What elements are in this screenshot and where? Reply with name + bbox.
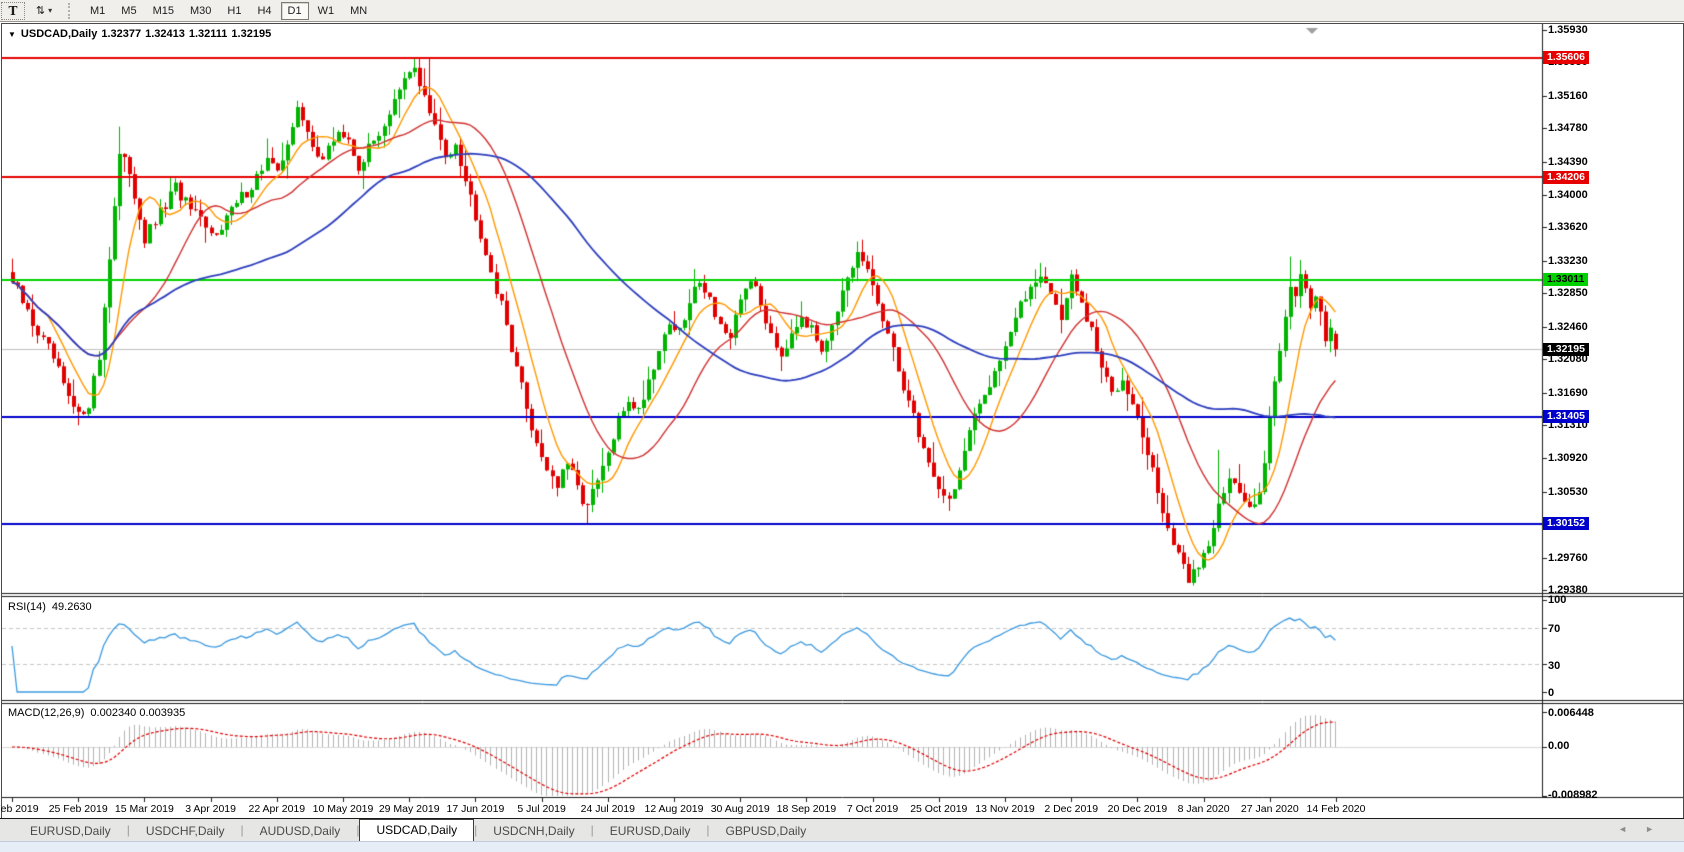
tab-scroll-arrows: ◄► — [1618, 824, 1672, 834]
date-tick-label: 24 Jul 2019 — [580, 803, 635, 815]
date-tick-label: 22 Apr 2019 — [248, 803, 306, 815]
timeframe-button-m15[interactable]: M15 — [146, 2, 181, 20]
price-tick-label: 1.34000 — [1548, 189, 1588, 201]
date-tick-label: 5 Jul 2019 — [517, 803, 566, 815]
ohlc-low: 1.32111 — [188, 28, 228, 40]
price-tick-label: 1.31690 — [1548, 386, 1588, 399]
price-tick-label: 1.35930 — [1548, 24, 1588, 36]
timeframe-button-m1[interactable]: M1 — [83, 2, 112, 20]
macd-axis-label-bottom: -0.008982 — [1548, 789, 1598, 801]
date-tick-label: 12 Aug 2019 — [644, 803, 704, 815]
date-tick-label: 8 Jan 2020 — [1177, 803, 1230, 815]
chart-tab-bar: EURUSD,Daily | USDCHF,Daily | AUDUSD,Daily | U… — [0, 818, 1684, 841]
hline-price-badge: 1.34206 — [1543, 170, 1589, 184]
rsi-level-label-30: 30 — [1548, 660, 1561, 672]
main-chart-header: ▼ USDCAD,Daily 1.32377 1.32413 1.32111 1.3219… — [8, 28, 275, 40]
timeframe-button-w1[interactable]: W1 — [311, 2, 342, 20]
price-tick-label: 1.35160 — [1548, 89, 1588, 102]
date-tick-label: 2 Dec 2019 — [1044, 803, 1099, 815]
chart-window: ▼ USDCAD,Daily 1.32377 1.32413 1.32111 1.3219… — [0, 23, 1684, 819]
top-toolbar: T ⇅ ▾ M1 M5 M15 M30 H1 H4 D1 W1 MN — [0, 0, 1684, 22]
price-tick-label: 1.29380 — [1548, 584, 1588, 596]
price-tick-label: 1.30920 — [1548, 452, 1588, 465]
rsi-level-label-70: 70 — [1548, 623, 1561, 635]
current-price-badge: 1.32195 — [1543, 342, 1589, 356]
rsi-level-label-0: 0 — [1548, 687, 1555, 699]
date-tick-label: 15 Mar 2019 — [114, 803, 174, 815]
tab-items: EURUSD,Daily | USDCHF,Daily | AUDUSD,Daily | U… — [14, 819, 822, 841]
tab-usdcnh-daily[interactable]: USDCNH,Daily — [477, 822, 590, 841]
price-tick-label: 1.32850 — [1548, 287, 1588, 300]
date-tick-label: 13 Nov 2019 — [975, 803, 1035, 815]
date-tick-label: 20 Dec 2019 — [1107, 803, 1168, 815]
cycle-symbols-button[interactable]: ⇅ ▾ — [27, 2, 61, 20]
hline-price-badge: 1.31405 — [1543, 410, 1589, 424]
price-tick-label: 1.34390 — [1548, 155, 1588, 168]
ohlc-high: 1.32413 — [145, 28, 185, 40]
macd-axis-label-zero: 0.00 — [1548, 740, 1570, 752]
rsi-header: RSI(14) 49.2630 — [8, 601, 92, 613]
chart-canvas[interactable] — [2, 24, 1683, 818]
tab-gbpusd-daily[interactable]: GBPUSD,Daily — [710, 822, 823, 841]
toolbar-grip[interactable] — [68, 2, 74, 19]
timeframe-button-group: M1 M5 M15 M30 H1 H4 D1 W1 MN — [82, 1, 375, 20]
rsi-title: RSI(14) — [8, 601, 46, 613]
date-tick-label: 3 Apr 2019 — [185, 803, 236, 815]
symbol-label: USDCAD,Daily — [20, 28, 98, 40]
macd-header: MACD(12,26,9) 0.002340 0.003935 — [8, 707, 185, 719]
tab-usdchf-daily[interactable]: USDCHF,Daily — [130, 822, 241, 841]
price-tick-label: 1.33620 — [1548, 221, 1588, 234]
price-tick-label: 1.33230 — [1548, 254, 1588, 267]
tab-audusd-daily[interactable]: AUDUSD,Daily — [244, 822, 357, 841]
date-tick-label: 18 Sep 2019 — [776, 803, 837, 815]
timeframe-button-m5[interactable]: M5 — [114, 2, 143, 20]
price-tick-label: 1.34780 — [1548, 122, 1588, 135]
ohlc-close: 1.32195 — [231, 28, 272, 40]
tab-scroll-right-button[interactable]: ► — [1645, 824, 1672, 834]
macd-axis-label-top: 0.006448 — [1548, 707, 1594, 719]
ohlc-open: 1.32377 — [101, 28, 142, 40]
date-tick-label: 25 Feb 2019 — [48, 803, 108, 815]
symbol-dropdown-icon[interactable]: ▼ — [8, 30, 16, 39]
price-tick-label: 1.32460 — [1548, 320, 1588, 333]
timeframe-button-h1[interactable]: H1 — [220, 2, 248, 20]
tab-usdcad-daily[interactable]: USDCAD,Daily — [359, 819, 475, 841]
rsi-value: 49.2630 — [51, 601, 92, 613]
hline-price-badge: 1.30152 — [1543, 517, 1589, 531]
cycle-icon: ⇅ — [35, 4, 46, 17]
timeframe-button-mn[interactable]: MN — [343, 2, 374, 20]
tab-scroll-left-button[interactable]: ◄ — [1618, 824, 1645, 834]
macd-title: MACD(12,26,9) — [8, 707, 85, 719]
text-tool-button[interactable]: T — [1, 1, 25, 20]
macd-values: 0.002340 0.003935 — [90, 707, 186, 719]
price-tick-label: 1.29760 — [1548, 551, 1588, 564]
chevron-down-icon: ▾ — [48, 6, 53, 15]
tab-eurusd-daily[interactable]: EURUSD,Daily — [594, 822, 707, 841]
date-tick-label: 14 Feb 2020 — [1306, 803, 1366, 815]
timeframe-button-m30[interactable]: M30 — [183, 2, 218, 20]
date-tick-label: 10 May 2019 — [312, 803, 374, 815]
tab-eurusd-daily[interactable]: EURUSD,Daily — [14, 822, 127, 841]
status-bar — [0, 841, 1684, 852]
hline-price-badge: 1.35606 — [1543, 51, 1589, 65]
price-tick-label: 1.30530 — [1548, 485, 1588, 498]
hline-price-badge: 1.33011 — [1543, 273, 1589, 287]
timeframe-button-h4[interactable]: H4 — [250, 2, 278, 20]
date-tick-label: 30 Aug 2019 — [710, 803, 770, 815]
date-tick-label: 29 May 2019 — [378, 803, 440, 815]
date-tick-label: 7 Oct 2019 — [846, 803, 899, 815]
date-tick-label: 6 Feb 2019 — [0, 803, 39, 815]
date-tick-label: 27 Jan 2020 — [1240, 803, 1299, 815]
date-tick-label: 17 Jun 2019 — [446, 803, 505, 815]
date-tick-label: 25 Oct 2019 — [910, 803, 968, 815]
timeframe-button-d1[interactable]: D1 — [280, 1, 309, 20]
